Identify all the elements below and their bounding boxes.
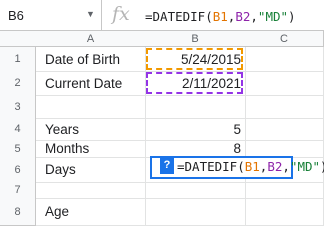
dropdown-arrow-icon[interactable]: ▼: [86, 9, 95, 19]
formula-ref-b2: B2: [235, 9, 251, 24]
formula-function: =DATEDIF(: [145, 9, 213, 24]
formula-help-icon[interactable]: ?: [160, 157, 174, 174]
cell-c4[interactable]: [245, 118, 324, 141]
cell-a8[interactable]: Age: [36, 198, 146, 226]
cell-editor-formula[interactable]: =DATEDIF(B1,B2,"MD"): [177, 159, 324, 174]
formula-bar: B6 ▼ fx =DATEDIF(B1,B2,"MD"): [0, 0, 324, 31]
cell-c1[interactable]: [245, 47, 324, 72]
cell-a7[interactable]: [36, 182, 146, 199]
cell-a2[interactable]: Current Date: [36, 71, 146, 96]
formula-input[interactable]: =DATEDIF(B1,B2,"MD"): [145, 9, 296, 24]
formula-string-arg: "MD": [257, 9, 289, 24]
editor-separator: ,: [282, 159, 290, 174]
select-all-corner[interactable]: [0, 31, 37, 47]
column-header-c[interactable]: C: [245, 31, 324, 47]
formula-separator: ,: [250, 9, 258, 24]
cell-a5[interactable]: Months: [36, 140, 146, 158]
cell-a6[interactable]: Days: [36, 157, 146, 183]
cell-b7[interactable]: [145, 182, 246, 199]
row-header-8[interactable]: 8: [0, 198, 36, 226]
editor-ref-b2: B2: [267, 159, 283, 174]
editor-function: =DATEDIF(: [177, 159, 245, 174]
cell-c3[interactable]: [245, 95, 324, 119]
name-box-value: B6: [8, 8, 24, 23]
editor-close-paren: ): [320, 159, 324, 174]
cell-c2[interactable]: [245, 71, 324, 96]
editor-string-arg: "MD": [289, 159, 321, 174]
name-box[interactable]: B6 ▼: [0, 0, 102, 31]
formula-ref-b1: B1: [212, 9, 228, 24]
cell-b3[interactable]: [145, 95, 246, 119]
reference-highlight-b2: [146, 72, 243, 94]
row-header-4[interactable]: 4: [0, 118, 36, 141]
cell-a1[interactable]: Date of Birth: [36, 47, 146, 72]
row-header-3[interactable]: 3: [0, 95, 36, 119]
column-header-b[interactable]: B: [145, 31, 246, 47]
cell-c7[interactable]: [245, 182, 324, 199]
cell-c8[interactable]: [245, 198, 324, 226]
column-header-a[interactable]: A: [36, 31, 146, 47]
row-header-6[interactable]: 6: [0, 157, 36, 183]
fx-icon: fx: [112, 3, 130, 25]
cell-b8[interactable]: [145, 198, 246, 226]
row-header-5[interactable]: 5: [0, 140, 36, 158]
cell-b4[interactable]: 5: [145, 118, 246, 141]
row-header-7[interactable]: 7: [0, 182, 36, 199]
cell-a3[interactable]: [36, 95, 146, 119]
reference-highlight-b1: [146, 48, 243, 70]
formula-close-paren: ): [288, 9, 296, 24]
row-header-2[interactable]: 2: [0, 71, 36, 96]
row-header-1[interactable]: 1: [0, 47, 36, 72]
editor-ref-b1: B1: [244, 159, 260, 174]
cell-a4[interactable]: Years: [36, 118, 146, 141]
